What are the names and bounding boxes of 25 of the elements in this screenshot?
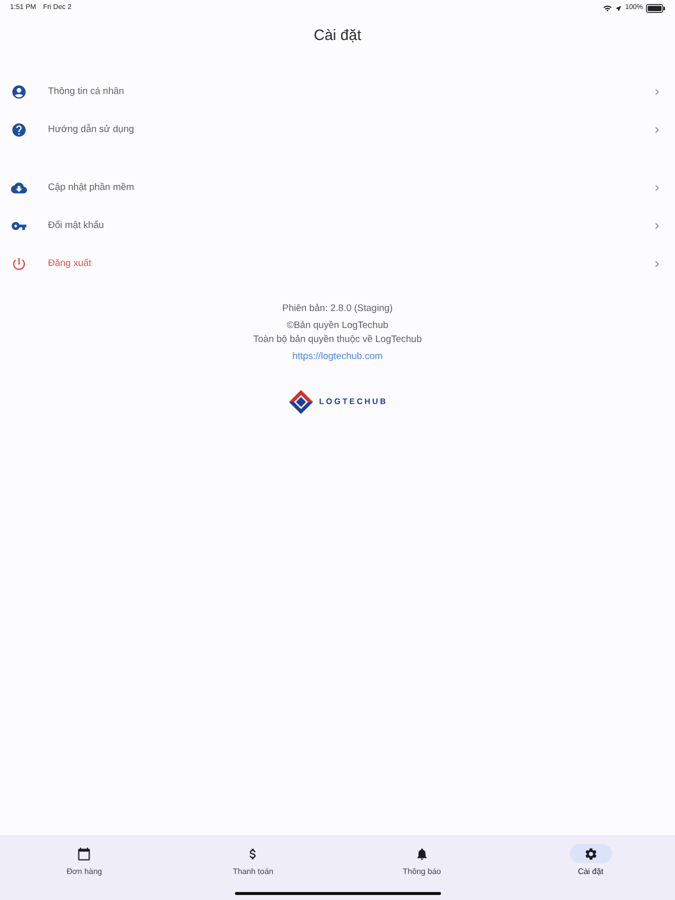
nav-tab[interactable]: Thanh toán [168, 835, 338, 900]
location-arrow-icon [615, 4, 622, 12]
logo-wordmark: LOGTECHUB [319, 396, 388, 408]
nav-tab[interactable]: Đơn hàng [0, 835, 169, 900]
settings-row[interactable]: Đăng xuất [0, 245, 675, 283]
help-icon [11, 122, 27, 138]
wifi-icon [603, 4, 612, 12]
website-link[interactable]: https://logtechub.com [292, 350, 383, 364]
settings-row[interactable]: Thông tin cá nhân [0, 73, 675, 111]
settings-icon [584, 846, 598, 860]
cloud-download-icon [11, 180, 27, 196]
power-icon [11, 256, 27, 272]
calendar-icon [77, 846, 92, 860]
page-title: Cài đặt [314, 26, 362, 46]
nav-tab[interactable]: Thông báo [338, 835, 506, 900]
nav-tab[interactable]: Cài đặt [506, 835, 675, 900]
version-text: Phiên bản: 2.8.0 (Staging) [282, 302, 393, 316]
settings-row[interactable]: Cập nhật phần mềm [0, 169, 675, 207]
battery-icon [646, 4, 665, 12]
copyright-text: ©Bản quyền LogTechub [286, 319, 388, 333]
rights-text: Toàn bộ bản quyền thuộc về LogTechub [253, 333, 422, 347]
bell-icon [414, 846, 429, 860]
settings-row[interactable]: Hướng dẫn sử dụng [0, 111, 675, 149]
settings-row[interactable]: Đổi mật khẩu [0, 207, 675, 245]
logo-icon [287, 388, 316, 416]
